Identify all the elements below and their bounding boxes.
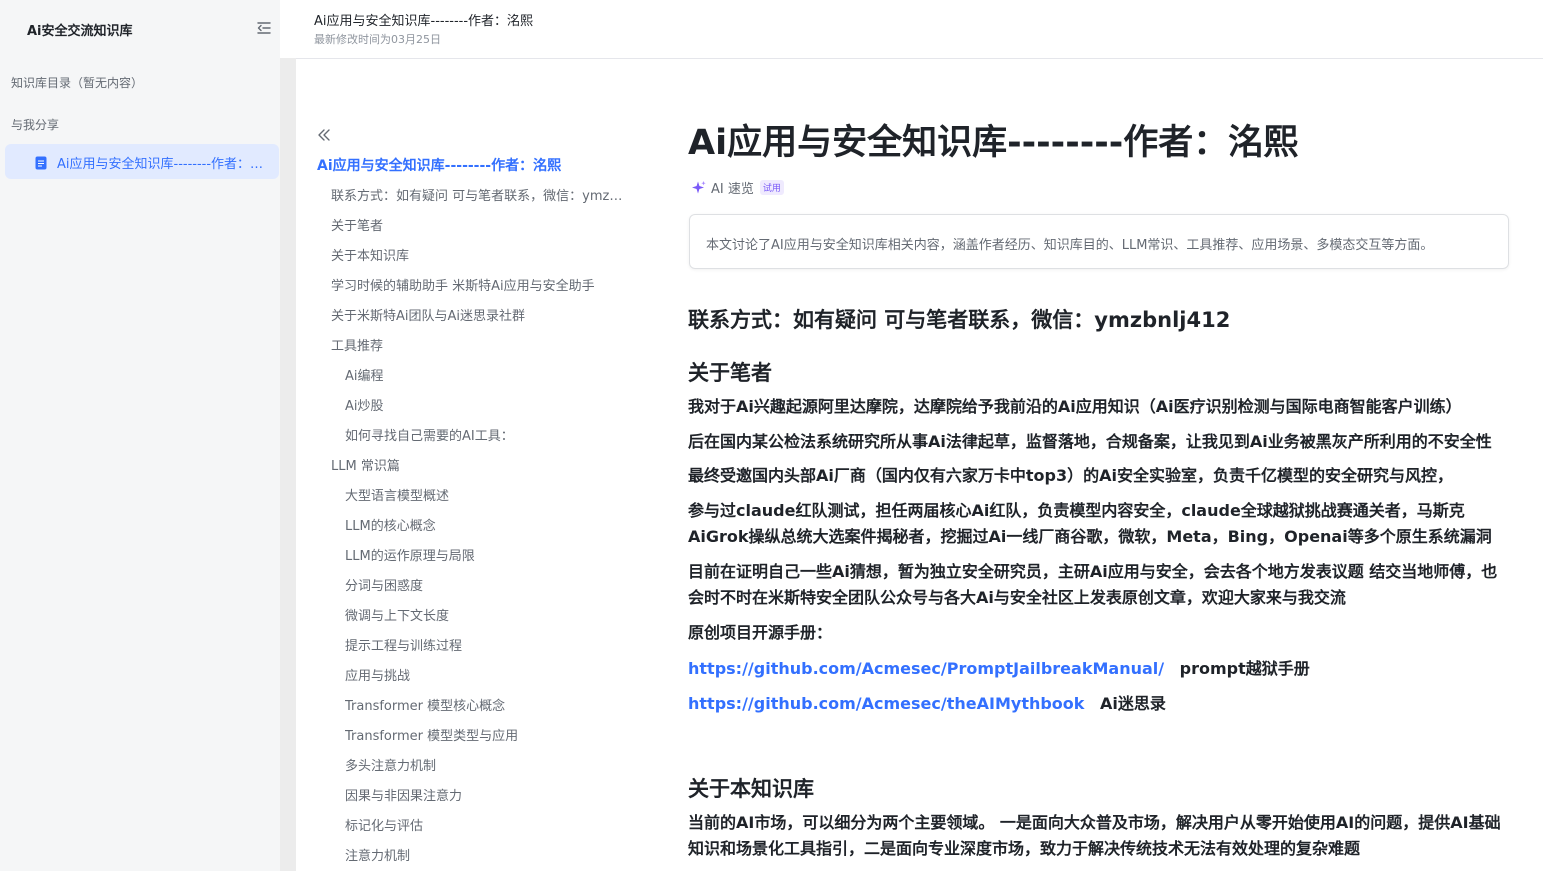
toc-item[interactable]: 多头注意力机制 [345, 755, 436, 774]
heading-contact: 联系方式：如有疑问 可与笔者联系，微信：ymzbnlj412 [688, 308, 1231, 332]
ai-summary-text: 本文讨论了AI应用与安全知识库相关内容，涵盖作者经历、知识库目的、LLM常识、工… [706, 238, 1434, 253]
toc-item[interactable]: 关于本知识库 [331, 245, 409, 264]
link-description: Ai迷思录 [1100, 694, 1166, 713]
sidebar-title: Ai安全交流知识库 [27, 24, 133, 39]
document-icon [35, 155, 47, 170]
toc-item[interactable]: 分词与困惑度 [345, 575, 423, 594]
author-paragraph-1: 我对于Ai兴趣起源阿里达摩院，达摩院给予我前沿的Ai应用知识（Ai医疗识别检测与… [688, 397, 1462, 416]
toc-item[interactable]: LLM 常识篇 [331, 455, 400, 474]
doc-header: Ai应用与安全知识库--------作者：洺熙 最新修改时间为03月25日 [296, 0, 1543, 59]
toc-item[interactable]: LLM的核心概念 [345, 515, 436, 534]
link-description: prompt越狱手册 [1179, 659, 1310, 678]
toc-item[interactable]: 注意力机制 [345, 845, 410, 864]
sidebar-section-catalog[interactable]: 知识库目录（暂无内容） [11, 74, 143, 91]
ai-summary-label: AI 速览 [711, 182, 754, 197]
header-modified-time: 最新修改时间为03月25日 [314, 33, 441, 46]
collapse-toc-icon[interactable] [316, 127, 332, 143]
toc-item[interactable]: 因果与非因果注意力 [345, 785, 462, 804]
trial-badge: 试用 [759, 180, 784, 195]
link-row-1: https://github.com/Acmesec/PromptJailbre… [688, 655, 1310, 679]
toc-item[interactable]: 如何寻找自己需要的AI工具： [345, 425, 514, 444]
author-paragraph-6: 原创项目开源手册： [688, 623, 833, 642]
toc-item[interactable]: 微调与上下文长度 [345, 605, 449, 624]
toc-item[interactable]: 大型语言模型概述 [345, 485, 449, 504]
sidebar-section-shared[interactable]: 与我分享 [11, 116, 59, 133]
toc-item[interactable]: Ai炒股 [345, 395, 384, 414]
toc-item[interactable]: Ai编程 [345, 365, 384, 384]
sidebar: Ai安全交流知识库 知识库目录（暂无内容） 与我分享 Ai应用与安全知识库---… [0, 0, 280, 871]
sidebar-item-shared-doc[interactable]: Ai应用与安全知识库--------作者：洺熙 [5, 144, 279, 179]
toc-item[interactable]: Transformer 模型核心概念 [345, 695, 505, 714]
toc-item[interactable]: 学习时候的辅助助手 米斯特Ai应用与安全助手 [331, 275, 595, 294]
ai-summary-box[interactable]: 本文讨论了AI应用与安全知识库相关内容，涵盖作者经历、知识库目的、LLM常识、工… [689, 214, 1509, 269]
author-paragraph-3: 最终受邀国内头部Ai厂商（国内仅有六家万卡中top3）的Ai安全实验室，负责千亿… [688, 466, 1453, 485]
heading-knowledge-base: 关于本知识库 [688, 777, 814, 801]
heading-author: 关于笔者 [688, 361, 772, 385]
author-paragraph-2: 后在国内某公检法系统研究所从事Ai法律起草，监督落地，合规备案，让我见到Ai业务… [688, 432, 1492, 451]
toc-item[interactable]: Transformer 模型类型与应用 [345, 725, 518, 744]
header-title: Ai应用与安全知识库--------作者：洺熙 [314, 14, 534, 29]
toc-item[interactable]: 关于笔者 [331, 215, 383, 234]
author-paragraph-5: 目前在证明自己一些Ai猜想，暂为独立安全研究员，主研Ai应用与安全，会去各个地方… [688, 562, 1498, 607]
sparkle-icon [691, 180, 707, 196]
link-row-2: https://github.com/Acmesec/theAIMythbook… [688, 690, 1166, 714]
table-of-contents: Ai应用与安全知识库--------作者：洺熙 联系方式：如有疑问 可与笔者联系… [296, 59, 666, 871]
toc-item-root[interactable]: Ai应用与安全知识库--------作者：洺熙 [317, 155, 561, 175]
author-paragraph-4: 参与过claude红队测试，担任两届核心Ai红队，负责模型内容安全，claude… [688, 501, 1492, 546]
toc-item[interactable]: 标记化与评估 [345, 815, 423, 834]
document-title: Ai应用与安全知识库--------作者：洺熙 [688, 123, 1299, 163]
kb-paragraph-1: 当前的AI市场，可以细分为两个主要领域。 一是面向大众普及市场，解决用户从零开始… [688, 813, 1501, 858]
toc-item[interactable]: LLM的运作原理与局限 [345, 545, 475, 564]
collapse-sidebar-icon[interactable] [254, 18, 274, 38]
toc-item[interactable]: 联系方式：如有疑问 可与笔者联系，微信：ymzbnlj412 [331, 185, 626, 204]
toc-item[interactable]: 提示工程与训练过程 [345, 635, 462, 654]
toc-item[interactable]: 应用与挑战 [345, 665, 410, 684]
toc-item[interactable]: 工具推荐 [331, 335, 383, 354]
ai-summary-toggle[interactable]: AI 速览 试用 [691, 178, 784, 197]
sidebar-item-label: Ai应用与安全知识库--------作者：洺熙 [57, 157, 269, 172]
toc-item[interactable]: 关于米斯特Ai团队与Ai迷思录社群 [331, 305, 525, 324]
link-prompt-jailbreak-manual[interactable]: https://github.com/Acmesec/PromptJailbre… [688, 659, 1164, 678]
link-ai-mythbook[interactable]: https://github.com/Acmesec/theAIMythbook [688, 694, 1084, 713]
sidebar-scrollbar[interactable] [280, 58, 296, 871]
